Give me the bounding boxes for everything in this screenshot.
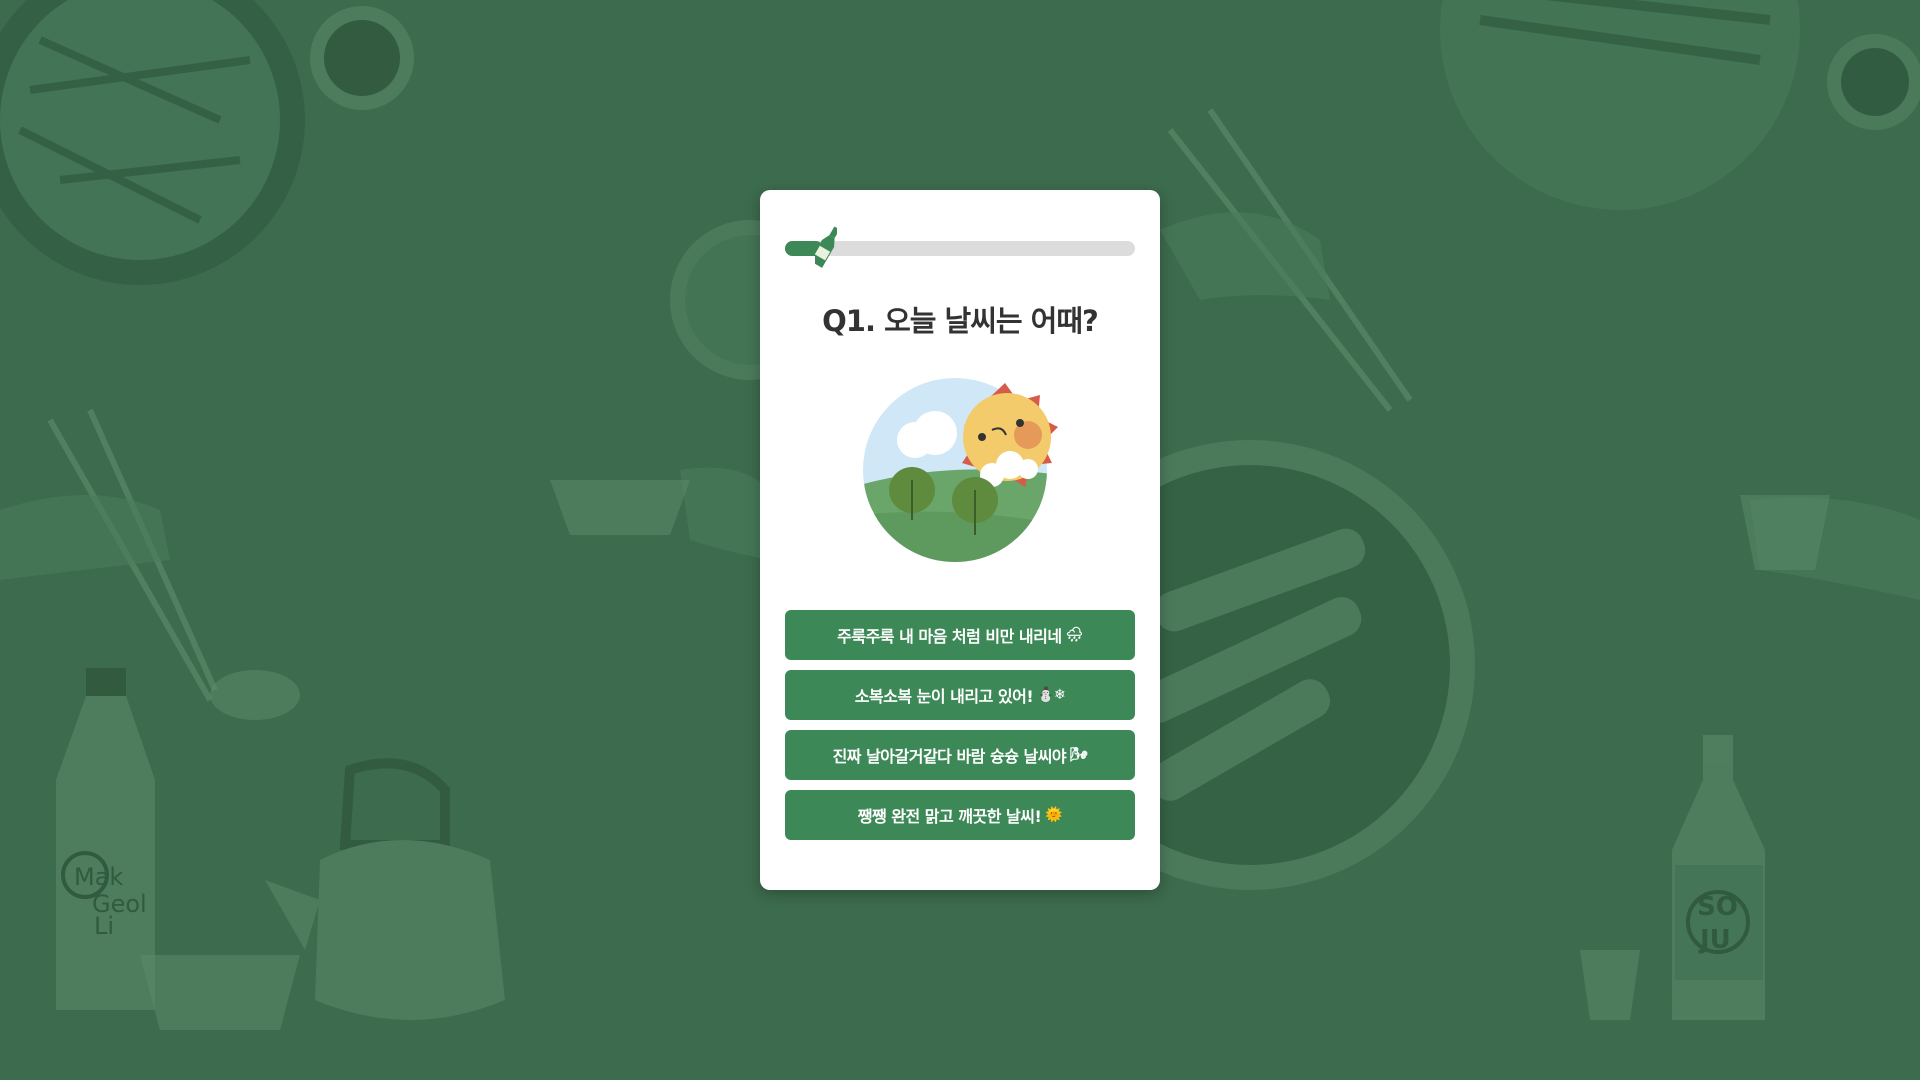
answer-label: 주룩주룩 내 마음 처럼 비만 내리네 <box>837 627 1062 646</box>
quiz-card: Q1. 오늘 날씨는 어때? 주룩주룩 내 마음 처럼 비만 내리네 🌧 소복소… <box>760 190 1160 890</box>
question-title: Q1. 오늘 날씨는 어때? <box>822 304 1099 338</box>
answer-button-wind[interactable]: 진짜 날아갈거같다 바람 슝슝 날씨야 🌬 <box>785 730 1135 780</box>
soju-bottle-progress-icon <box>815 226 837 268</box>
answer-button-rain[interactable]: 주룩주룩 내 마음 처럼 비만 내리네 🌧 <box>785 610 1135 660</box>
sauce-bowl-icon <box>310 6 414 110</box>
svg-text:JU: JU <box>1698 925 1731 955</box>
svg-text:SO: SO <box>1697 892 1738 922</box>
progress-bar <box>785 226 1135 268</box>
kettle-icon <box>265 758 505 1020</box>
answer-button-snow[interactable]: 소복소복 눈이 내리고 있어! ⛄❄ <box>785 670 1135 720</box>
soju-bottle-icon: SO JU <box>1672 735 1765 1020</box>
top-right-plate-icon <box>1440 0 1920 210</box>
rain-cloud-icon: 🌧 <box>1065 627 1084 643</box>
svg-text:Li: Li <box>94 912 114 940</box>
answer-button-sunny[interactable]: 쨍쨍 완전 맑고 깨끗한 날씨! 🌞 <box>785 790 1135 840</box>
makgeolli-bottle-icon: Mak Geol Li <box>56 668 155 1010</box>
wind-icon: 🌬 <box>1070 747 1088 763</box>
snowman-snowflake-icon: ⛄❄ <box>1037 687 1066 703</box>
answer-label: 쨍쨍 완전 맑고 깨끗한 날씨! <box>857 807 1042 826</box>
sun-icon: 🌞 <box>1045 807 1063 823</box>
svg-text:Mak: Mak <box>74 863 123 891</box>
sunny-weather-icon <box>863 378 1058 562</box>
answer-list: 주룩주룩 내 마음 처럼 비만 내리네 🌧 소복소복 눈이 내리고 있어! ⛄❄… <box>785 610 1135 850</box>
answer-label: 진짜 날아갈거같다 바람 슝슝 날씨야 <box>832 747 1067 766</box>
answer-label: 소복소복 눈이 내리고 있어! <box>854 687 1034 706</box>
pancake-plate-icon <box>0 0 305 285</box>
